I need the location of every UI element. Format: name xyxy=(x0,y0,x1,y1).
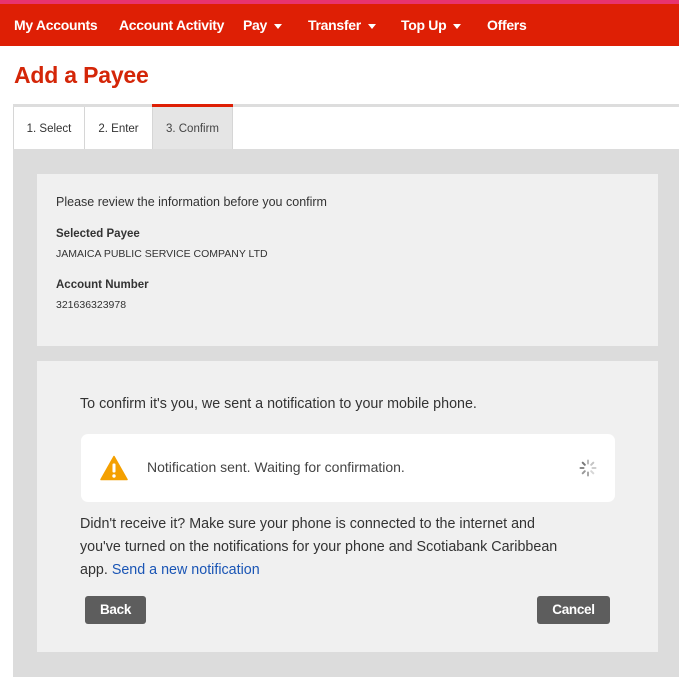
main-nav: My Accounts Account Activity Pay Transfe… xyxy=(0,4,679,46)
nav-transfer[interactable]: Transfer xyxy=(308,4,376,46)
chevron-down-icon xyxy=(367,23,376,29)
notification-status-text: Notification sent. Waiting for confirmat… xyxy=(147,459,405,475)
help-line-1: Didn't receive it? Make sure your phone … xyxy=(80,516,535,532)
account-number-label: Account Number xyxy=(56,279,149,291)
tab-enter-label: 2. Enter xyxy=(98,123,139,135)
tab-select[interactable]: 1. Select xyxy=(13,107,85,149)
nav-my-accounts-label: My Accounts xyxy=(14,17,98,33)
tab-select-label: 1. Select xyxy=(26,123,72,135)
tab-confirm-label: 3. Confirm xyxy=(165,123,220,135)
nav-top-up[interactable]: Top Up xyxy=(401,4,462,46)
nav-transfer-label: Transfer xyxy=(308,17,361,33)
nav-pay[interactable]: Pay xyxy=(243,4,283,46)
help-line-3-text: app. xyxy=(80,562,108,578)
confirm-message: To confirm it's you, we sent a notificat… xyxy=(80,396,477,412)
spinner-icon xyxy=(579,459,597,477)
tab-confirm[interactable]: 3. Confirm xyxy=(152,104,233,149)
help-line-3: app. Send a new notification xyxy=(80,559,620,582)
nav-pay-label: Pay xyxy=(243,17,268,33)
nav-account-activity-label: Account Activity xyxy=(119,17,225,33)
step-tabs: 1. Select 2. Enter 3. Confirm xyxy=(13,104,679,149)
page-title: Add a Payee xyxy=(14,62,149,88)
nav-offers-label: Offers xyxy=(487,17,527,33)
help-line-2: you've turned on the notifications for y… xyxy=(80,539,558,555)
send-new-notification-link[interactable]: Send a new notification xyxy=(112,562,260,578)
nav-offers[interactable]: Offers xyxy=(487,4,527,46)
selected-payee-label: Selected Payee xyxy=(56,228,140,240)
chevron-down-icon xyxy=(274,23,283,29)
account-number-value: 321636323978 xyxy=(56,299,127,311)
chevron-down-icon xyxy=(453,23,462,29)
confirm-card: To confirm it's you, we sent a notificat… xyxy=(37,361,658,652)
back-button[interactable]: Back xyxy=(85,596,146,624)
review-card: Please review the information before you… xyxy=(37,174,658,346)
help-text: Didn't receive it? Make sure your phone … xyxy=(80,513,620,582)
selected-payee-value: JAMAICA PUBLIC SERVICE COMPANY LTD xyxy=(56,248,268,260)
review-intro: Please review the information before you… xyxy=(56,195,327,209)
nav-my-accounts[interactable]: My Accounts xyxy=(14,4,98,46)
nav-top-up-label: Top Up xyxy=(401,17,447,33)
nav-account-activity[interactable]: Account Activity xyxy=(119,4,224,46)
tab-enter[interactable]: 2. Enter xyxy=(85,107,153,149)
cancel-button[interactable]: Cancel xyxy=(537,596,610,624)
warning-icon xyxy=(100,455,128,481)
notification-status-box: Notification sent. Waiting for confirmat… xyxy=(81,434,615,502)
